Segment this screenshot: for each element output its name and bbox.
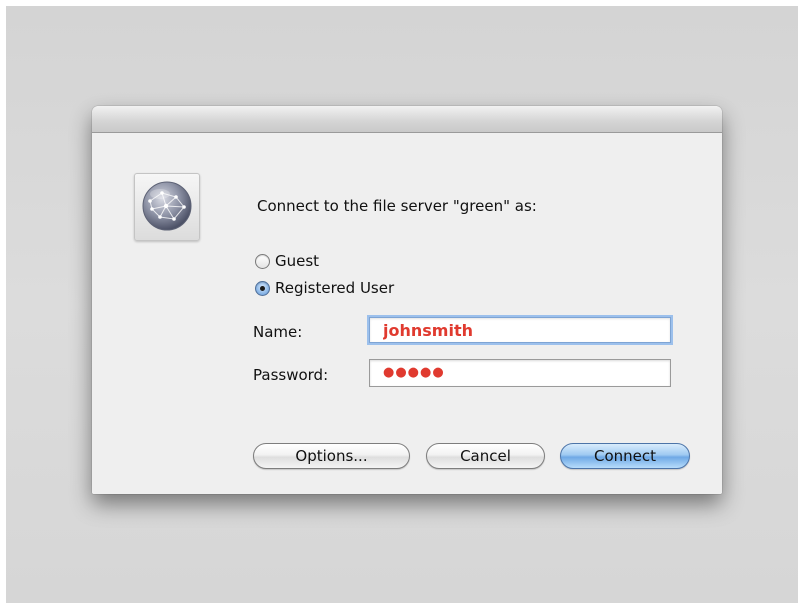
guest-label[interactable]: Guest: [275, 252, 319, 270]
dialog-content: Connect to the file server "green" as: G…: [92, 133, 722, 494]
network-globe-icon: [134, 173, 200, 241]
connect-to-server-dialog: Connect to the file server "green" as: G…: [92, 106, 722, 494]
password-field[interactable]: ●●●●●: [369, 359, 671, 387]
guest-radio[interactable]: [255, 253, 270, 269]
registered-user-option[interactable]: Registered User: [255, 278, 394, 298]
registered-user-radio[interactable]: [255, 280, 270, 296]
connect-button[interactable]: Connect: [560, 443, 690, 469]
password-label: Password:: [253, 366, 329, 384]
name-field[interactable]: [369, 317, 671, 343]
registered-user-label[interactable]: Registered User: [275, 279, 394, 297]
dialog-titlebar: [92, 106, 722, 133]
cancel-button[interactable]: Cancel: [426, 443, 545, 469]
guest-option[interactable]: Guest: [255, 251, 319, 271]
options-button[interactable]: Options...: [253, 443, 410, 469]
connect-message: Connect to the file server "green" as:: [257, 197, 537, 215]
name-label: Name:: [253, 323, 303, 341]
